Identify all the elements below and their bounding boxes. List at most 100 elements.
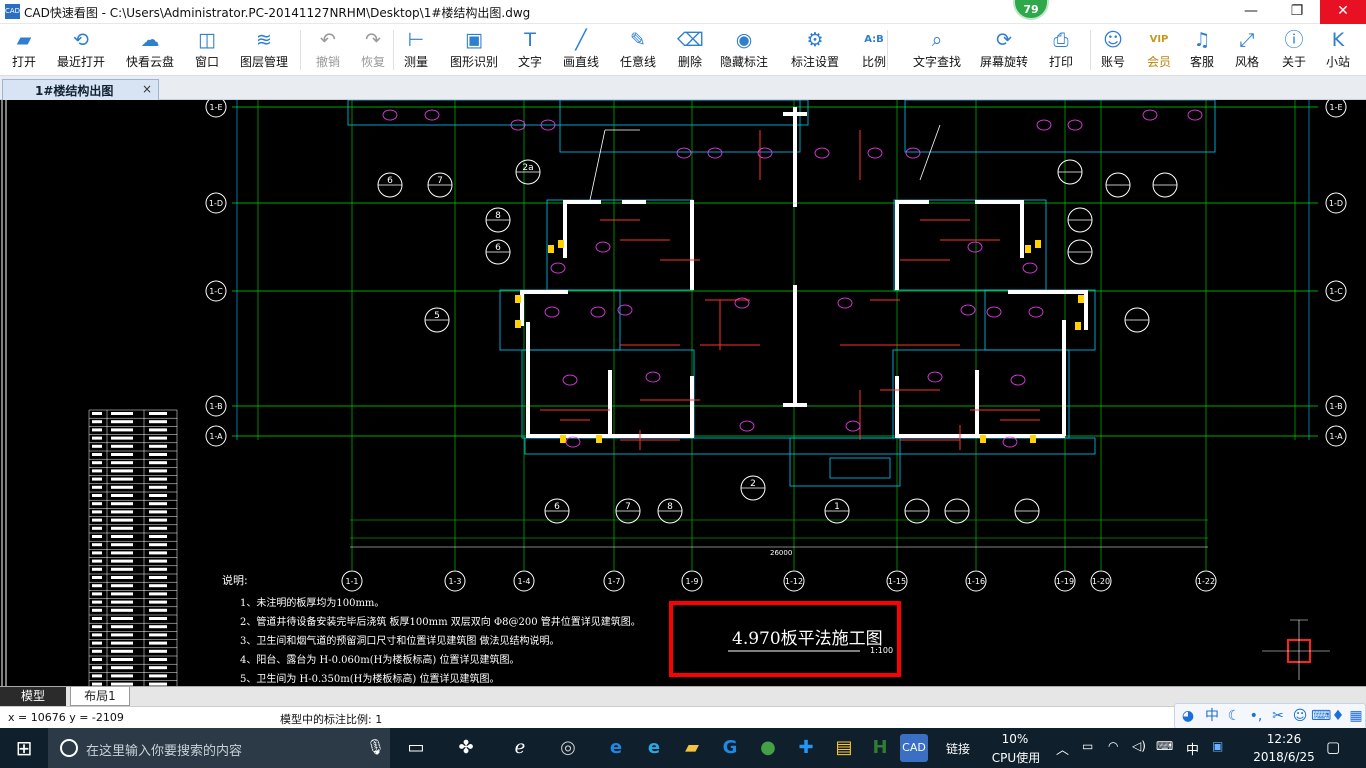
tab-model[interactable]: 模型 bbox=[0, 687, 66, 706]
headset-icon: ♫ bbox=[1193, 29, 1211, 51]
cad-app-icon[interactable]: CAD bbox=[900, 734, 928, 762]
notes-app-icon[interactable]: ▤ bbox=[830, 734, 858, 762]
k-logo-button[interactable]: K 小站 bbox=[1323, 26, 1353, 74]
level-table-cell bbox=[149, 510, 167, 514]
level-table-cell bbox=[92, 444, 102, 448]
cloud-button[interactable]: ☁ 快看云盘 bbox=[120, 26, 180, 74]
emoji-icon[interactable]: ☺ bbox=[1291, 707, 1309, 725]
notification-icon[interactable]: ▢ bbox=[1326, 738, 1340, 756]
level-table-cell bbox=[92, 592, 102, 596]
maximize-button[interactable]: ❐ bbox=[1274, 0, 1320, 24]
slab-tag bbox=[590, 306, 606, 318]
clock-date[interactable]: 2018/6/25 bbox=[1246, 750, 1322, 764]
grid-label: 1-16 bbox=[967, 577, 985, 586]
wifi-icon[interactable]: ◠ bbox=[1108, 739, 1118, 753]
vip-button[interactable]: VIP 会员 bbox=[1144, 26, 1174, 74]
skin-icon[interactable]: ♦ bbox=[1329, 707, 1347, 725]
headset-button[interactable]: ♫ 客服 bbox=[1187, 26, 1217, 74]
edge-icon[interactable]: e bbox=[602, 734, 630, 762]
ie-e-icon[interactable]: ℯ bbox=[506, 734, 534, 762]
internet-explorer-icon[interactable]: e bbox=[640, 734, 668, 762]
clock-time[interactable]: 12:26 bbox=[1254, 732, 1314, 746]
green-app-icon[interactable]: ● bbox=[754, 734, 782, 762]
level-table-cell bbox=[111, 543, 133, 547]
level-table-cell bbox=[111, 535, 133, 538]
taskbar-search[interactable]: 在这里输入你要搜索的内容 🎙 bbox=[48, 728, 390, 768]
scissors-icon[interactable]: ✂ bbox=[1269, 707, 1287, 725]
undo-button[interactable]: ↶ 撤销 bbox=[313, 26, 343, 74]
ruler-button[interactable]: ⊢ 测量 bbox=[401, 26, 431, 74]
drawing-canvas[interactable]: 1-E 1-E 1-D 1-D 1-C 1-C 1-B 1-B 1-A 1-A 1-1 1-3 1-4 1… bbox=[0, 96, 1366, 690]
ime-indicator[interactable]: 中 bbox=[1186, 739, 1199, 758]
task-view-icon[interactable]: ▭ bbox=[402, 734, 430, 762]
level-table-cell bbox=[92, 494, 102, 497]
cross-app-icon[interactable]: ✚ bbox=[792, 734, 820, 762]
scale-button[interactable]: A:B 比例 bbox=[858, 26, 890, 74]
folder-button[interactable]: ▰ 打开 bbox=[10, 26, 38, 74]
toolbar-label: 文字查找 bbox=[912, 55, 961, 69]
ime-logo-icon[interactable]: ◕ bbox=[1179, 707, 1197, 725]
file-explorer-icon[interactable]: ▰ bbox=[678, 734, 706, 762]
close-button[interactable]: ✕ bbox=[1320, 0, 1366, 24]
level-table-cell bbox=[149, 649, 167, 653]
user-button[interactable]: ☺ 账号 bbox=[1098, 26, 1128, 74]
status-bar: x = 10676 y = -2109 模型中的标注比例: 1 ◕ 中 ☾ •,… bbox=[0, 703, 1366, 729]
wall bbox=[793, 107, 797, 207]
printer-button[interactable]: ⎙ 打印 bbox=[1046, 26, 1076, 74]
level-table-cell bbox=[111, 428, 133, 432]
slab-tag bbox=[707, 147, 723, 159]
notification-badge[interactable]: 79 bbox=[1013, 0, 1049, 20]
g-app-icon[interactable]: G bbox=[716, 734, 744, 762]
keyboard-tray-icon[interactable]: ⌨ bbox=[1156, 739, 1173, 753]
settings-button[interactable]: ⚙ 标注设置 bbox=[789, 26, 841, 74]
spiral-app-icon[interactable]: ◎ bbox=[554, 734, 582, 762]
windows-start-icon[interactable]: ⊞ bbox=[0, 728, 48, 768]
style-button[interactable]: ⤢ 风格 bbox=[1232, 26, 1262, 74]
moon-icon[interactable]: ☾ bbox=[1225, 707, 1243, 725]
link-label[interactable]: 链接 bbox=[946, 740, 970, 757]
level-table-cell bbox=[92, 617, 102, 620]
tab-layout1[interactable]: 布局1 bbox=[70, 687, 130, 706]
tab-document[interactable]: 1#楼结构出图 × bbox=[2, 79, 159, 100]
ime-mode[interactable]: 中 bbox=[1203, 707, 1221, 725]
eye-off-button[interactable]: ◉ 隐藏标注 bbox=[718, 26, 770, 74]
text-button[interactable]: T 文字 bbox=[515, 26, 545, 74]
h-app-icon[interactable]: H bbox=[866, 734, 894, 762]
user-tray-icon[interactable]: ▣ bbox=[1212, 739, 1223, 753]
battery-icon[interactable]: ▭ bbox=[1082, 739, 1093, 753]
wall bbox=[563, 200, 567, 258]
wall bbox=[1020, 200, 1024, 258]
window-icon: ◫ bbox=[198, 29, 216, 51]
clock-button[interactable]: ⟲ 最近打开 bbox=[55, 26, 107, 74]
keyboard-icon[interactable]: ⌨ bbox=[1311, 707, 1331, 725]
minimize-button[interactable]: — bbox=[1228, 0, 1274, 24]
level-table-cell bbox=[149, 502, 167, 506]
info-button[interactable]: ⓘ 关于 bbox=[1279, 26, 1309, 74]
text-search-button[interactable]: ⌕ 文字查找 bbox=[907, 26, 967, 74]
window-button[interactable]: ◫ 窗口 bbox=[192, 26, 222, 74]
microphone-icon[interactable]: 🎙 bbox=[366, 738, 385, 756]
level-table-cell bbox=[111, 453, 133, 456]
level-table-cell bbox=[92, 518, 102, 522]
tab-close-icon[interactable]: × bbox=[142, 82, 152, 96]
redo-button[interactable]: ↷ 恢复 bbox=[358, 26, 388, 74]
ime-toolbar[interactable]: ◕ 中 ☾ •, ✂ ☺ ⌨ ♦ ▦ bbox=[1174, 703, 1366, 729]
eraser-button[interactable]: ⌫ 删除 bbox=[675, 26, 705, 74]
rotate-button[interactable]: ⟳ 屏幕旋转 bbox=[978, 26, 1030, 74]
line-button[interactable]: ╱ 画直线 bbox=[561, 26, 601, 74]
level-table-cell bbox=[149, 666, 167, 670]
note-line: 5、卫生间为 H-0.350m(H为楼板标高) 位置详见建筑图。 bbox=[240, 672, 499, 685]
wall bbox=[793, 285, 797, 405]
ruler-icon: ⊢ bbox=[407, 29, 425, 51]
toolbar-label: 图层管理 bbox=[239, 55, 288, 69]
punctuation-icon[interactable]: •, bbox=[1247, 707, 1265, 725]
volume-icon[interactable]: ◁) bbox=[1132, 739, 1146, 753]
fan-app-icon[interactable]: ✤ bbox=[452, 734, 480, 762]
cad-drawing: 1-E 1-E 1-D 1-D 1-C 1-C 1-B 1-B 1-A 1-A 1-1 1-3 1-4 1… bbox=[1, 96, 1347, 690]
layers-button[interactable]: ≋ 图层管理 bbox=[236, 26, 292, 74]
grid-icon[interactable]: ▦ bbox=[1347, 707, 1365, 725]
text-icon: T bbox=[524, 29, 536, 51]
shape-recognize-button[interactable]: ▣ 图形识别 bbox=[446, 26, 502, 74]
tray-expand-icon[interactable]: ︿ bbox=[1056, 739, 1069, 758]
pen-button[interactable]: ✎ 任意线 bbox=[618, 26, 658, 74]
